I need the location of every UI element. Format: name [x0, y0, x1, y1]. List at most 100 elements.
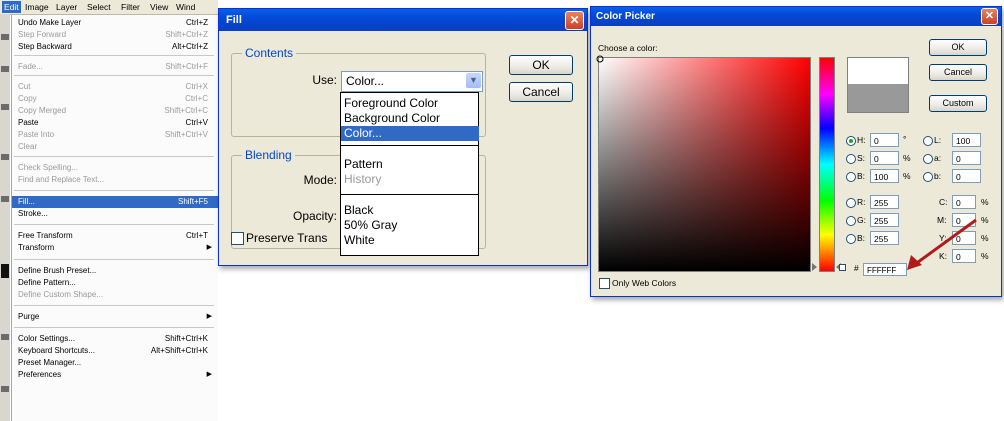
- edit-menu-item[interactable]: Paste Into Shift+Ctrl+V: [12, 129, 218, 141]
- lab-b-radio[interactable]: [923, 172, 933, 182]
- edit-menu-item[interactable]: Fade... Shift+Ctrl+F: [12, 61, 218, 73]
- use-option[interactable]: Color...: [341, 126, 479, 141]
- menu-layer[interactable]: Layer: [56, 2, 77, 12]
- b-unit: %: [903, 171, 911, 181]
- edit-menu-item[interactable]: Step Backward Alt+Ctrl+Z: [12, 41, 218, 53]
- l-label: L:: [934, 135, 942, 145]
- picker-ok-button[interactable]: OK: [929, 39, 987, 56]
- h-radio[interactable]: [846, 136, 856, 146]
- color-picker-titlebar[interactable]: Color Picker ✕: [591, 7, 1001, 26]
- edit-menu-item[interactable]: Color Settings... Shift+Ctrl+K: [12, 333, 218, 345]
- use-option[interactable]: Pattern: [341, 157, 479, 172]
- fill-dialog-titlebar[interactable]: Fill ✕: [219, 9, 587, 31]
- edit-menu-item[interactable]: Transform ▶: [12, 242, 218, 254]
- s-field[interactable]: 0: [870, 151, 899, 165]
- mode-label: Mode:: [303, 173, 337, 187]
- k-field[interactable]: 0: [952, 249, 976, 263]
- use-dropdown[interactable]: Color... ▼: [341, 71, 483, 92]
- edit-menu-item[interactable]: Step Forward Shift+Ctrl+Z: [12, 29, 218, 41]
- edit-menu-item[interactable]: Cut Ctrl+X: [12, 81, 218, 93]
- edit-menu-item-shortcut: Shift+Ctrl+Z: [165, 30, 208, 39]
- edit-menu-item[interactable]: Copy Ctrl+C: [12, 93, 218, 105]
- blue-radio[interactable]: [846, 234, 856, 244]
- menu-window[interactable]: Wind: [176, 2, 195, 12]
- only-web-colors-label: Only Web Colors: [612, 278, 677, 288]
- close-icon[interactable]: ✕: [981, 8, 998, 25]
- use-option[interactable]: Background Color: [341, 111, 479, 126]
- b-radio[interactable]: [846, 172, 856, 182]
- edit-menu-item[interactable]: Define Brush Preset...: [12, 265, 218, 277]
- edit-menu-item[interactable]: Define Pattern...: [12, 277, 218, 289]
- menu-edit[interactable]: Edit: [2, 1, 21, 13]
- r-label: R:: [857, 197, 866, 207]
- chevron-down-icon[interactable]: ▼: [466, 73, 481, 88]
- hue-slider-bar[interactable]: [819, 57, 835, 272]
- a-field[interactable]: 0: [952, 151, 981, 165]
- use-label: Use:: [312, 73, 337, 87]
- blue-field[interactable]: 255: [870, 231, 899, 245]
- hue-slider-left-handle[interactable]: [812, 263, 817, 271]
- m-field[interactable]: 0: [952, 213, 976, 227]
- close-icon[interactable]: ✕: [565, 11, 584, 30]
- h-label: H:: [857, 135, 866, 145]
- edit-menu-item[interactable]: Keyboard Shortcuts... Alt+Shift+Ctrl+K: [12, 345, 218, 357]
- edit-menu-item[interactable]: Copy Merged Shift+Ctrl+C: [12, 105, 218, 117]
- edit-menu-item[interactable]: Preferences ▶: [12, 369, 218, 381]
- c-field[interactable]: 0: [952, 195, 976, 209]
- preserve-transparency-checkbox[interactable]: [231, 232, 244, 245]
- edit-menu-item[interactable]: Define Custom Shape...: [12, 289, 218, 301]
- menu-view[interactable]: View: [150, 2, 168, 12]
- use-option[interactable]: 50% Gray: [341, 218, 479, 233]
- edit-menu-item[interactable]: Clear: [12, 141, 218, 153]
- edit-menu-item[interactable]: Free Transform Ctrl+T: [12, 230, 218, 242]
- only-web-colors-checkbox[interactable]: [599, 278, 610, 289]
- edit-menu-item[interactable]: Fill... Shift+F5: [12, 196, 218, 208]
- ok-button[interactable]: OK: [509, 55, 573, 75]
- picker-custom-button[interactable]: Custom: [929, 95, 987, 112]
- edit-menu-item[interactable]: Purge ▶: [12, 311, 218, 323]
- g-field[interactable]: 255: [870, 213, 899, 227]
- menu-filter[interactable]: Filter: [121, 2, 140, 12]
- r-radio[interactable]: [846, 198, 856, 208]
- edit-menu-item[interactable]: Paste Ctrl+V: [12, 117, 218, 129]
- use-option[interactable]: History: [341, 172, 479, 187]
- y-field[interactable]: 0: [952, 231, 976, 245]
- edit-menu-item[interactable]: Undo Make Layer Ctrl+Z: [12, 17, 218, 29]
- edit-menu-item-label: Copy: [18, 94, 37, 103]
- l-field[interactable]: 100: [952, 133, 981, 147]
- edit-menu-item-label: Preset Manager...: [18, 358, 82, 367]
- edit-menu-item-label: Purge: [18, 312, 40, 321]
- edit-menu-item[interactable]: Find and Replace Text...: [12, 174, 218, 186]
- use-option[interactable]: Black: [341, 203, 479, 218]
- edit-menu-item-label: Cut: [18, 82, 31, 91]
- picker-cancel-button[interactable]: Cancel: [929, 64, 987, 81]
- edit-menu-item[interactable]: Check Spelling...: [12, 162, 218, 174]
- use-option[interactable]: White: [341, 233, 479, 248]
- b-field[interactable]: 100: [870, 169, 899, 183]
- h-unit: °: [903, 134, 907, 144]
- h-field[interactable]: 0: [870, 133, 899, 147]
- s-radio[interactable]: [846, 154, 856, 164]
- a-label: a:: [934, 153, 942, 163]
- l-radio[interactable]: [923, 136, 933, 146]
- photoshop-app-area: Edit Image Layer Select Filter View Wind…: [0, 0, 218, 421]
- hex-label: #: [854, 263, 859, 273]
- a-radio[interactable]: [923, 154, 933, 164]
- menu-select[interactable]: Select: [87, 2, 111, 12]
- color-field-marker[interactable]: [596, 55, 604, 63]
- r-field[interactable]: 255: [870, 195, 899, 209]
- edit-menu-item-shortcut: Ctrl+Z: [186, 18, 208, 27]
- cancel-button[interactable]: Cancel: [509, 82, 573, 102]
- s-label: S:: [857, 153, 866, 163]
- edit-menu-item-shortcut: Ctrl+C: [185, 94, 208, 103]
- color-field[interactable]: [596, 55, 811, 272]
- g-radio[interactable]: [846, 216, 856, 226]
- edit-menu-item[interactable]: Stroke...: [12, 208, 218, 220]
- color-picker-dialog: Color Picker ✕ Choose a color: OK Cancel…: [590, 6, 1002, 297]
- lab-b-field[interactable]: 0: [952, 169, 981, 183]
- menu-image[interactable]: Image: [25, 2, 49, 12]
- edit-menu-item[interactable]: Preset Manager...: [12, 357, 218, 369]
- current-color-swatch[interactable]: [847, 84, 909, 113]
- hex-field[interactable]: FFFFFF: [863, 263, 907, 276]
- use-option[interactable]: Foreground Color: [341, 96, 479, 111]
